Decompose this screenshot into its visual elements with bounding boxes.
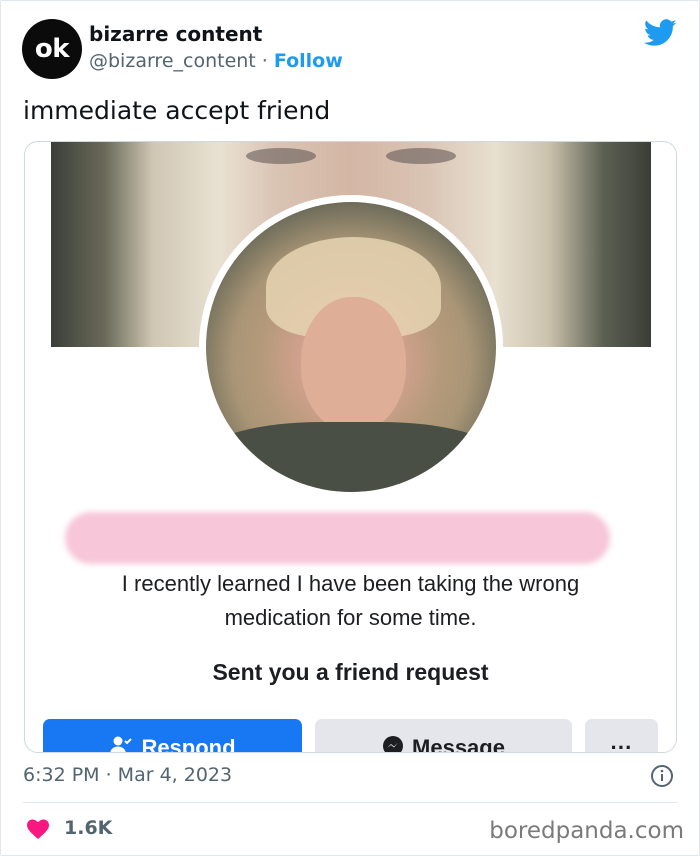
more-options-button[interactable]: ···	[585, 719, 658, 753]
avatar-text: ok	[34, 34, 70, 64]
profile-bio: I recently learned I have been taking th…	[25, 567, 676, 635]
divider	[23, 802, 677, 803]
user-handle[interactable]: @bizarre_content	[89, 50, 256, 72]
respond-button[interactable]: Respond	[43, 719, 302, 753]
message-label: Message	[412, 735, 505, 753]
tweet-timestamp[interactable]: 6:32 PM · Mar 4, 2023	[23, 764, 232, 786]
respond-label: Respond	[141, 735, 236, 753]
bio-line-2: medication for some time.	[224, 605, 477, 630]
bio-line-1: I recently learned I have been taking th…	[121, 571, 580, 596]
tweet-media[interactable]: I recently learned I have been taking th…	[24, 141, 677, 753]
info-icon[interactable]	[650, 764, 674, 788]
separator: ·	[255, 50, 274, 72]
profile-photo	[206, 202, 496, 492]
avatar[interactable]: ok	[22, 19, 82, 79]
more-label: ···	[610, 735, 633, 753]
follow-button[interactable]: Follow	[274, 50, 343, 72]
heart-icon[interactable]	[26, 818, 50, 839]
friend-request-text: Sent you a friend request	[212, 659, 489, 685]
display-name[interactable]: bizarre content	[89, 22, 262, 46]
watermark: boredpanda.com	[489, 818, 684, 844]
handle-row: @bizarre_content · Follow	[89, 50, 343, 72]
add-friend-icon	[110, 736, 133, 752]
redacted-name	[65, 512, 610, 564]
tweet-text: immediate accept friend	[23, 96, 331, 125]
message-button[interactable]: Message	[315, 719, 572, 753]
messenger-icon	[383, 736, 404, 752]
twitter-bird-icon[interactable]	[644, 19, 677, 47]
like-count[interactable]: 1.6K	[64, 817, 112, 839]
